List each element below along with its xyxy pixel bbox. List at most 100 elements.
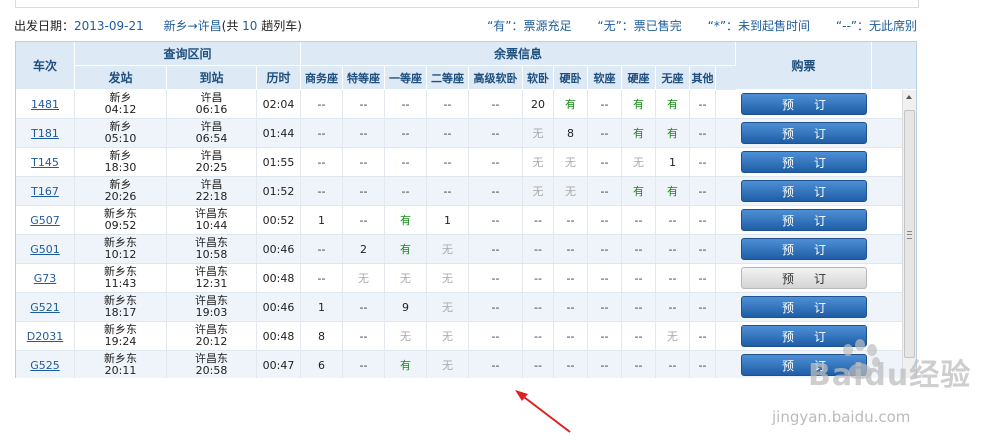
seat-availability-cell: -- [554,264,588,292]
seat-availability-cell: -- [588,177,622,205]
seat-availability-cell: -- [469,90,523,118]
book-button[interactable]: 预订 [741,93,867,115]
legend-not-on-sale: “*”：未到起售时间 [707,19,811,33]
seat-availability-cell: -- [554,322,588,350]
seat-availability-cell: -- [690,264,716,292]
arrive-time: 20:58 [195,364,228,377]
seat-availability-cell: -- [523,351,554,378]
book-button[interactable]: 预订 [741,180,867,202]
depart-cell: 新乡 20:26 [75,177,167,205]
buy-cell: 预订 [736,206,872,234]
seat-availability-cell: -- [469,235,523,263]
seat-availability-cell: -- [588,293,622,321]
book-button[interactable]: 预订 [741,267,867,289]
arrive-cell: 许昌 20:25 [167,148,257,176]
buy-cell: 预订 [736,264,872,292]
train-number-link[interactable]: T167 [31,185,59,198]
train-number-cell: T167 [16,177,75,205]
seat-availability-cell: 无 [523,148,554,176]
seat-availability-cell: -- [588,119,622,147]
seat-availability-cell: 有 [385,351,427,378]
train-number-link[interactable]: D2031 [27,330,63,343]
seat-availability-cell: -- [622,322,656,350]
train-number-link[interactable]: G73 [34,272,57,285]
seat-availability-cell: 无 [427,235,469,263]
arrive-cell: 许昌东 10:58 [167,235,257,263]
vertical-scrollbar[interactable] [902,90,916,378]
seat-availability-cell: 无 [385,322,427,350]
seat-availability-cell: 有 [656,119,690,147]
seat-availability-cell: -- [301,235,343,263]
seat-availability-cell: 有 [622,177,656,205]
train-number-cell: T181 [16,119,75,147]
legend-available: “有”：票源充足 [487,19,572,33]
seat-availability-cell: -- [588,90,622,118]
train-row: T167 新乡 20:26 许昌 22:18 01:52 -- -- -- -- -- 无无 -- 有有 -… [16,177,902,206]
seat-availability-cell: -- [343,351,385,378]
watermark-url: jingyan.baidu.com [772,408,911,426]
seat-availability-cell: 1 [301,206,343,234]
depart-cell: 新乡东 19:24 [75,322,167,350]
seat-availability-cell: 有 [656,177,690,205]
baidu-jingyan-watermark: Baidu经验 jingyan.baidu.com [760,338,992,438]
book-button[interactable]: 预订 [741,122,867,144]
header-train: 车次 [16,42,75,90]
train-number-link[interactable]: 1481 [31,98,59,111]
book-button[interactable]: 预订 [741,238,867,260]
train-number-link[interactable]: G521 [30,301,60,314]
train-number-cell: T145 [16,148,75,176]
ticket-grid: 车次 查询区间 发站 到站 历时 余票信息 购票 商务座 特等座 一等座 二等座 高级软… [15,41,917,378]
train-number-link[interactable]: T145 [31,156,59,169]
seat-availability-cell: 1 [427,206,469,234]
header-seat-6: 硬卧 [554,66,588,90]
depart-time: 18:30 [104,161,137,174]
arrive-cell: 许昌 06:54 [167,119,257,147]
header-duration: 历时 [257,66,301,90]
seat-availability-cell: -- [656,264,690,292]
train-row: G501 新乡东 10:12 许昌东 10:58 00:46 -- 2 有无 -- -- -- -- --… [16,235,902,264]
seat-availability-cell: -- [469,148,523,176]
book-button[interactable]: 预订 [741,151,867,173]
duration-cell: 00:46 [257,293,301,321]
arrive-cell: 许昌东 12:31 [167,264,257,292]
arrive-cell: 许昌东 20:58 [167,351,257,378]
header-seat-3: 二等座 [427,66,469,90]
seat-availability-cell: 无 [385,264,427,292]
seat-availability-cell: 有 [656,90,690,118]
depart-time: 04:12 [104,103,137,116]
seat-availability-cell: -- [385,177,427,205]
seat-availability-cell: 无 [523,119,554,147]
train-number-link[interactable]: G501 [30,243,60,256]
train-number-link[interactable]: G507 [30,214,60,227]
header-seat-2: 一等座 [385,66,427,90]
train-number-link[interactable]: T181 [31,127,59,140]
seat-availability-cell: 无 [427,351,469,378]
arrive-time: 10:44 [195,219,228,232]
legend-soldout: “无”：票已售完 [597,19,682,33]
arrive-cell: 许昌东 19:03 [167,293,257,321]
buy-cell: 预订 [736,293,872,321]
duration-cell: 00:47 [257,351,301,378]
duration-cell: 00:48 [257,264,301,292]
seat-availability-cell: -- [301,148,343,176]
seat-availability-cell: -- [301,90,343,118]
scroll-up-arrow-icon[interactable] [906,95,912,99]
depart-cell: 新乡东 20:11 [75,351,167,378]
seat-availability-cell: -- [690,206,716,234]
seat-availability-cell: -- [301,119,343,147]
seat-availability-cell: -- [554,235,588,263]
legend: “有”：票源充足 “无”：票已售完 “*”：未到起售时间 “--”：无此席别 [465,17,917,35]
scrollbar-thumb[interactable] [904,110,915,358]
book-button[interactable]: 预订 [741,296,867,318]
seat-availability-cell: -- [622,264,656,292]
header-spacer [872,42,916,90]
arrive-cell: 许昌东 10:44 [167,206,257,234]
grid-body[interactable]: 1481 新乡 04:12 许昌 06:16 02:04 -- -- -- -- -- 20 有 -- 有有… [16,90,902,378]
seat-availability-cell: -- [554,351,588,378]
train-number-link[interactable]: G525 [30,359,60,372]
seat-availability-cell: -- [469,264,523,292]
seat-availability-cell: 1 [656,148,690,176]
seat-availability-cell: -- [427,119,469,147]
book-button[interactable]: 预订 [741,209,867,231]
seat-availability-cell: 有 [385,206,427,234]
